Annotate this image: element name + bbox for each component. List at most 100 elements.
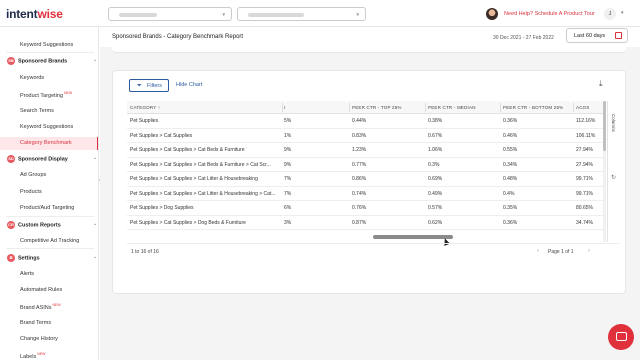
product-tour-link[interactable]: Need Help? Schedule A Product Tour — [504, 11, 595, 17]
table-row[interactable]: Pet Supplies > Cat Supplies > Cat Beds &… — [127, 143, 603, 158]
chart-panel-edge — [112, 47, 626, 53]
page-title: Sponsored Brands - Category Benchmark Re… — [112, 34, 244, 40]
custom-reports-icon: CR — [7, 221, 15, 229]
metric-cell: 0.86% — [352, 176, 367, 182]
sidebar-item-competitive-ad-tracking[interactable]: Competitive Ad Tracking — [20, 238, 79, 244]
table-row[interactable]: Pet Supplies > Dog Supplies 6% 0.76% 0.57% 0… — [127, 201, 603, 216]
brand-logo[interactable]: intentwise — [6, 7, 63, 21]
metric-cell: 106.11% — [576, 132, 596, 139]
category-cell: Pet Supplies > Cat Supplies — [130, 132, 193, 139]
sidebar-item-sb-keyword-suggestions[interactable]: Keyword Suggestions — [20, 124, 73, 130]
reset-columns-icon[interactable]: ↻ — [611, 174, 616, 181]
column-header-category[interactable]: CATEGORY ↑ — [130, 105, 160, 110]
metric-cell: 0.48% — [503, 176, 518, 182]
metric-cell: 0.3% — [428, 161, 440, 168]
metric-cell: 99.71% — [576, 176, 593, 182]
page-indicator: Page 1 of 1 — [548, 249, 574, 255]
metric-cell: 0.57% — [428, 205, 443, 211]
category-cell: Pet Supplies > Cat Supplies > Cat Litter… — [130, 190, 276, 197]
category-cell: Pet Supplies > Cat Supplies > Cat Beds &… — [130, 147, 245, 153]
new-badge: NEW — [37, 352, 46, 356]
sidebar-item-search-terms[interactable]: Search Terms — [20, 108, 54, 114]
support-avatar — [486, 8, 498, 20]
settings-gear-icon: ⚙ — [7, 254, 15, 262]
date-range-button[interactable]: Last 60 days — [566, 28, 628, 43]
metric-cell: 34.74% — [576, 219, 593, 226]
profile-selector[interactable]: ▾ — [237, 7, 366, 21]
sidebar-section-sponsored-display[interactable]: SD Sponsored Display ⌄ — [7, 155, 97, 163]
user-menu-chevron-icon[interactable]: ▾ — [621, 10, 624, 16]
metric-cell: 0.74% — [352, 190, 367, 197]
metric-cell: 7% — [284, 190, 292, 197]
table-row[interactable]: Pet Supplies > Cat Supplies > Cat Litter… — [127, 187, 603, 201]
sidebar-item-product-targeting[interactable]: Product TargetingNEW — [20, 91, 72, 99]
report-card: ⏷ Filters Hide Chart ⤓ CATEGORY ↑ I PEER… — [112, 70, 626, 294]
grid-footer: 1 to 16 of 16 ‹ Page 1 of 1 › — [127, 243, 620, 257]
columns-panel-tab[interactable]: Columns — [611, 114, 616, 132]
table-row[interactable]: Pet Supplies > Cat Supplies > Cat Litter… — [127, 172, 603, 187]
category-cell: Pet Supplies > Cat Supplies > Dog Beds &… — [130, 219, 246, 226]
sponsored-brands-icon: SB — [7, 57, 15, 65]
column-header-peer-ctr-bottom[interactable]: PEER CTR - BOTTOM 25% — [503, 105, 563, 110]
sidebar-item-alerts[interactable]: Alerts — [20, 271, 34, 277]
new-badge: NEW — [64, 91, 73, 95]
calendar-icon — [615, 32, 622, 39]
sidebar-item-labels[interactable]: LabelsNEW — [20, 352, 45, 360]
vertical-scrollbar[interactable] — [603, 101, 606, 242]
category-cell: Pet Supplies > Dog Supplies — [130, 205, 194, 211]
column-header-peer-ctr-top[interactable]: PEER CTR - TOP 25% — [352, 105, 402, 110]
sidebar-section-custom-reports[interactable]: CR Custom Reports ⌄ — [7, 221, 97, 229]
new-badge: NEW — [52, 303, 61, 307]
category-cell: Pet Supplies — [130, 118, 159, 124]
metric-cell: 0.87% — [352, 219, 367, 226]
sidebar-section-settings[interactable]: ⚙ Settings ⌄ — [7, 254, 97, 262]
sidebar-item-automated-rules[interactable]: Automated Rules — [20, 287, 62, 293]
metric-cell: 99.71% — [576, 190, 593, 197]
next-page-icon[interactable]: › — [588, 248, 590, 254]
metric-cell: 0.36% — [503, 118, 518, 124]
sidebar-item-products[interactable]: Products — [20, 189, 42, 195]
top-bar: intentwise ▾ ▾ Need Help? Schedule A Pro… — [0, 0, 640, 27]
funnel-icon: ⏷ — [137, 83, 142, 89]
sidebar-item-change-history[interactable]: Change History — [20, 336, 58, 342]
table-row[interactable]: Pet Supplies > Cat Supplies > Cat Beds &… — [127, 158, 603, 172]
sort-asc-icon: ↑ — [157, 105, 161, 110]
sidebar-item-keywords[interactable]: Keywords — [20, 75, 44, 81]
metric-cell: 9% — [284, 147, 292, 153]
sidebar-item-ad-groups[interactable]: Ad Groups — [20, 172, 46, 178]
table-row[interactable]: Pet Supplies > Cat Supplies > Dog Beds &… — [127, 216, 603, 230]
chat-icon — [616, 332, 627, 341]
metric-cell: 1.06% — [428, 147, 443, 153]
hide-chart-link[interactable]: Hide Chart — [176, 82, 202, 88]
metric-cell: 27.94% — [576, 147, 593, 153]
metric-cell: 0.55% — [503, 147, 518, 153]
sidebar-item-brand-asins[interactable]: Brand ASINsNEW — [20, 303, 61, 311]
account-selector[interactable]: ▾ — [108, 7, 232, 21]
table-row[interactable]: Pet Supplies > Cat Supplies 1% 0.83% 0.67% 0… — [127, 129, 603, 143]
vertical-scrollbar-thumb[interactable] — [603, 101, 606, 151]
metric-cell: 0.76% — [352, 205, 367, 211]
table-row[interactable]: Pet Supplies 5% 0.44% 0.38% 0.36% 112.16% — [127, 114, 603, 129]
column-header-acos[interactable]: ACOS — [576, 105, 590, 110]
metric-cell: 1% — [284, 132, 292, 139]
user-avatar[interactable]: J — [604, 8, 616, 20]
download-icon[interactable]: ⤓ — [599, 79, 603, 89]
metric-cell: 80.65% — [576, 205, 593, 211]
chat-support-button[interactable] — [608, 324, 634, 350]
previous-page-icon[interactable]: ‹ — [537, 248, 539, 254]
sidebar-section-sponsored-brands[interactable]: SB Sponsored Brands ⌄ — [7, 57, 97, 65]
column-header-truncated[interactable]: I — [284, 105, 285, 110]
column-header-peer-ctr-median[interactable]: PEER CTR - MEDIAN — [428, 105, 476, 110]
sidebar-item-category-benchmark[interactable]: Category Benchmark — [0, 137, 98, 150]
sidebar-item-brand-terms[interactable]: Brand Terms — [20, 320, 51, 326]
columns-side-panel: Columns ↻ — [607, 101, 620, 242]
main-content: Sponsored Brands - Category Benchmark Re… — [100, 27, 640, 360]
horizontal-scrollbar[interactable] — [127, 235, 603, 239]
metric-cell: 7% — [284, 176, 292, 182]
sidebar-item-product-aud-targeting[interactable]: Product/Aud Targeting — [20, 205, 74, 211]
metric-cell: 9% — [284, 161, 292, 168]
filters-button[interactable]: ⏷ Filters — [129, 79, 169, 92]
sidebar-item-keyword-suggestions[interactable]: Keyword Suggestions — [20, 42, 73, 48]
metric-cell: 0.46% — [503, 132, 518, 139]
chevron-down-icon: ▾ — [222, 12, 225, 18]
